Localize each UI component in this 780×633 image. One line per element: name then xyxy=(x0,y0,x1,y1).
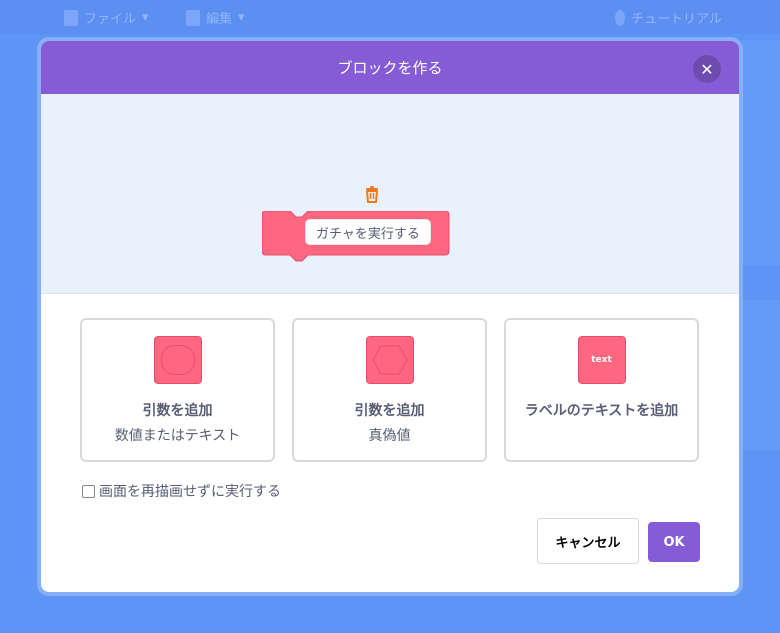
background-panel xyxy=(742,300,780,450)
file-icon xyxy=(64,9,78,26)
run-without-refresh-checkbox[interactable] xyxy=(82,484,95,498)
menu-edit-label: 編集 xyxy=(206,12,233,27)
make-block-dialog: ブロックを作る ✕ ガチャを実行する 引数を追加 数値またはテキスト 引数を追加… xyxy=(41,41,739,592)
dialog-title: ブロックを作る xyxy=(337,59,443,77)
input-hexagon-icon xyxy=(365,336,414,384)
close-button[interactable]: ✕ xyxy=(693,55,721,83)
run-without-refresh-row[interactable]: 画面を再描画せずに実行する xyxy=(82,481,281,501)
close-icon: ✕ xyxy=(700,59,714,79)
menu-file-label: ファイル xyxy=(84,12,137,27)
ok-button[interactable]: OK xyxy=(648,522,700,562)
add-input-number-text-button[interactable]: 引数を追加 数値またはテキスト xyxy=(80,318,275,462)
lightbulb-icon xyxy=(615,9,625,26)
menu-edit[interactable]: 編集 ▾ xyxy=(186,8,245,27)
add-input-boolean-button[interactable]: 引数を追加 真偽値 xyxy=(292,318,487,462)
add-label-text-button[interactable]: text ラベルのテキストを追加 xyxy=(504,318,699,462)
menu-tutorial-label: チュートリアル xyxy=(631,12,722,27)
background-panel xyxy=(742,40,780,265)
checkbox-label: 画面を再描画せずに実行する xyxy=(99,484,281,500)
option-buttons: 引数を追加 数値またはテキスト 引数を追加 真偽値 text ラベルのテキストを… xyxy=(80,318,699,462)
chevron-down-icon: ▾ xyxy=(238,10,245,25)
edit-icon xyxy=(186,9,200,26)
cancel-button[interactable]: キャンセル xyxy=(537,518,639,564)
trash-icon[interactable] xyxy=(363,185,381,203)
option-title: 引数を追加 xyxy=(354,403,425,419)
menu-bar: ファイル ▾ 編集 ▾ チュートリアル xyxy=(0,0,780,34)
icon-text: text xyxy=(591,355,612,365)
chevron-down-icon: ▾ xyxy=(142,10,149,25)
option-title: ラベルのテキストを追加 xyxy=(524,403,679,419)
menu-tutorial[interactable]: チュートリアル xyxy=(615,8,722,27)
block-name-input[interactable]: ガチャを実行する xyxy=(305,219,431,245)
dialog-header: ブロックを作る ✕ xyxy=(41,41,739,94)
option-subtitle: 数値またはテキスト xyxy=(114,428,241,444)
option-subtitle: 真偽値 xyxy=(368,428,411,444)
block-preview-workspace: ガチャを実行する xyxy=(41,94,739,294)
input-round-icon xyxy=(153,336,202,384)
label-text-icon: text xyxy=(577,336,626,384)
option-title: 引数を追加 xyxy=(142,403,213,419)
menu-file[interactable]: ファイル ▾ xyxy=(64,8,149,27)
